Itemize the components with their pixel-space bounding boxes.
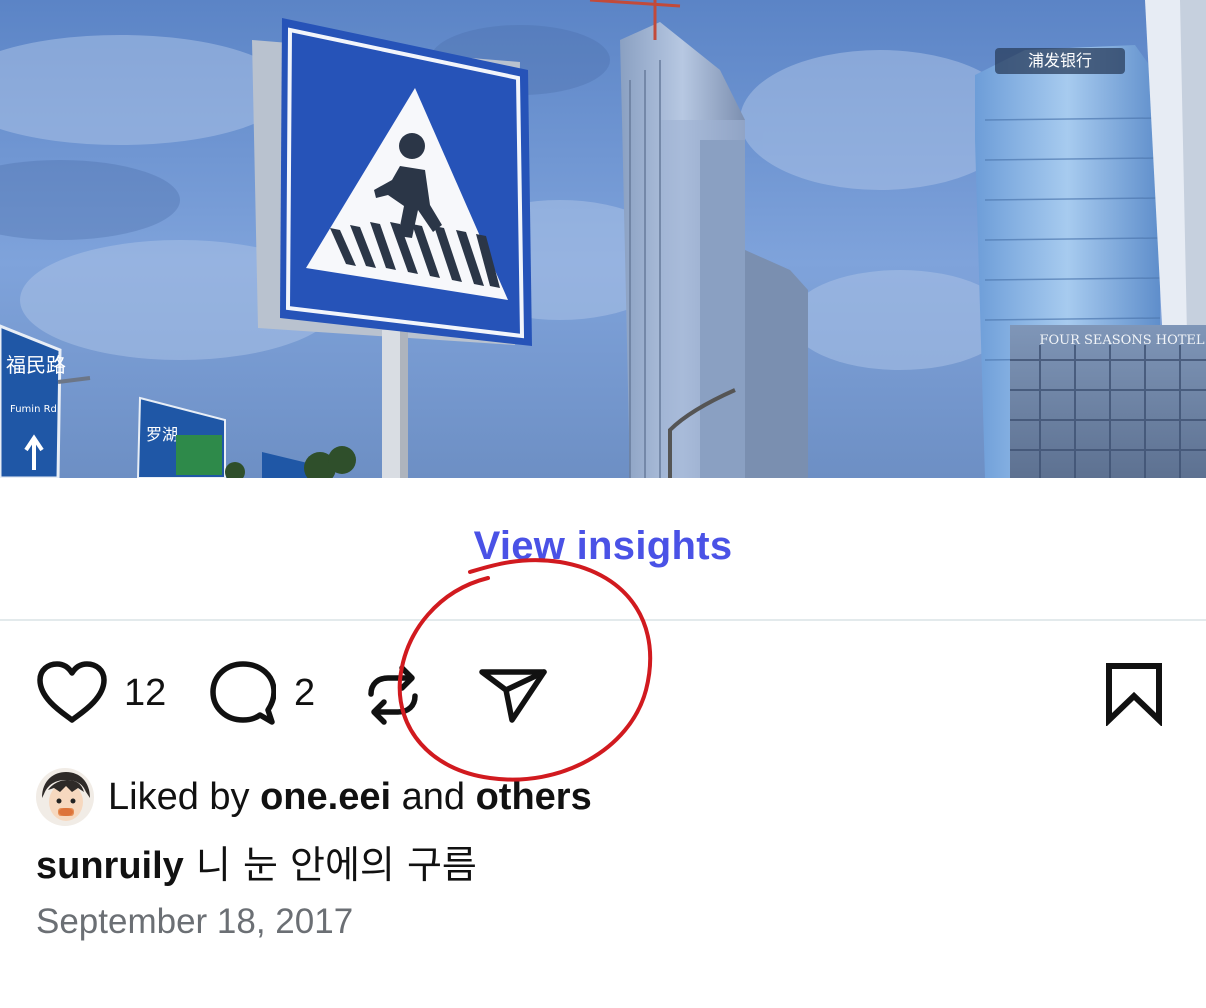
comment-icon bbox=[210, 660, 276, 726]
caption-username[interactable]: sunruily bbox=[36, 845, 184, 887]
liked-by-others-link[interactable]: others bbox=[476, 776, 592, 818]
post-photo[interactable]: 浦发银行 FOUR SEASONS HOTEL 福民路 Fumin Rd 罗湖 bbox=[0, 0, 1206, 478]
hotel-sign-text: FOUR SEASONS HOTEL bbox=[1039, 333, 1204, 348]
comment-count: 2 bbox=[294, 671, 316, 714]
heart-icon bbox=[36, 660, 108, 726]
bookmark-icon bbox=[1104, 662, 1164, 726]
post-caption: sunruily 니 눈 안에의 구름 bbox=[36, 834, 477, 889]
view-insights-link[interactable]: View insights bbox=[474, 524, 733, 569]
post-view: 浦发银行 FOUR SEASONS HOTEL 福民路 Fumin Rd 罗湖 … bbox=[0, 0, 1206, 1008]
liked-by-user-link[interactable]: one.eei bbox=[260, 776, 391, 818]
like-count: 12 bbox=[124, 671, 167, 714]
street-sign-text: 福民路 bbox=[6, 353, 66, 377]
liked-by-text: Liked by one.eei and others bbox=[108, 776, 592, 819]
street-sign-subtext: Fumin Rd bbox=[10, 404, 57, 415]
repost-button[interactable] bbox=[362, 660, 424, 730]
street-sign-2-text: 罗湖 bbox=[146, 425, 178, 444]
action-bar: 12 2 bbox=[0, 640, 1206, 750]
post-date: September 18, 2017 bbox=[36, 902, 354, 941]
avatar[interactable] bbox=[36, 768, 94, 826]
photo-scene: 浦发银行 FOUR SEASONS HOTEL 福民路 Fumin Rd 罗湖 bbox=[0, 0, 1206, 478]
liked-by-prefix: Liked by bbox=[108, 775, 261, 818]
caption-text: 니 눈 안에의 구름 bbox=[195, 843, 477, 887]
share-button[interactable] bbox=[478, 662, 550, 726]
save-button[interactable] bbox=[1104, 662, 1164, 726]
send-icon bbox=[478, 662, 550, 726]
bank-sign-text: 浦发银行 bbox=[1028, 51, 1092, 70]
comment-button[interactable]: 2 bbox=[210, 660, 315, 726]
insights-bar: View insights bbox=[0, 478, 1206, 621]
repost-icon bbox=[362, 660, 424, 730]
liked-by-row: Liked by one.eei and others bbox=[36, 766, 592, 828]
liked-by-and: and bbox=[391, 775, 476, 818]
like-button[interactable]: 12 bbox=[36, 660, 166, 726]
